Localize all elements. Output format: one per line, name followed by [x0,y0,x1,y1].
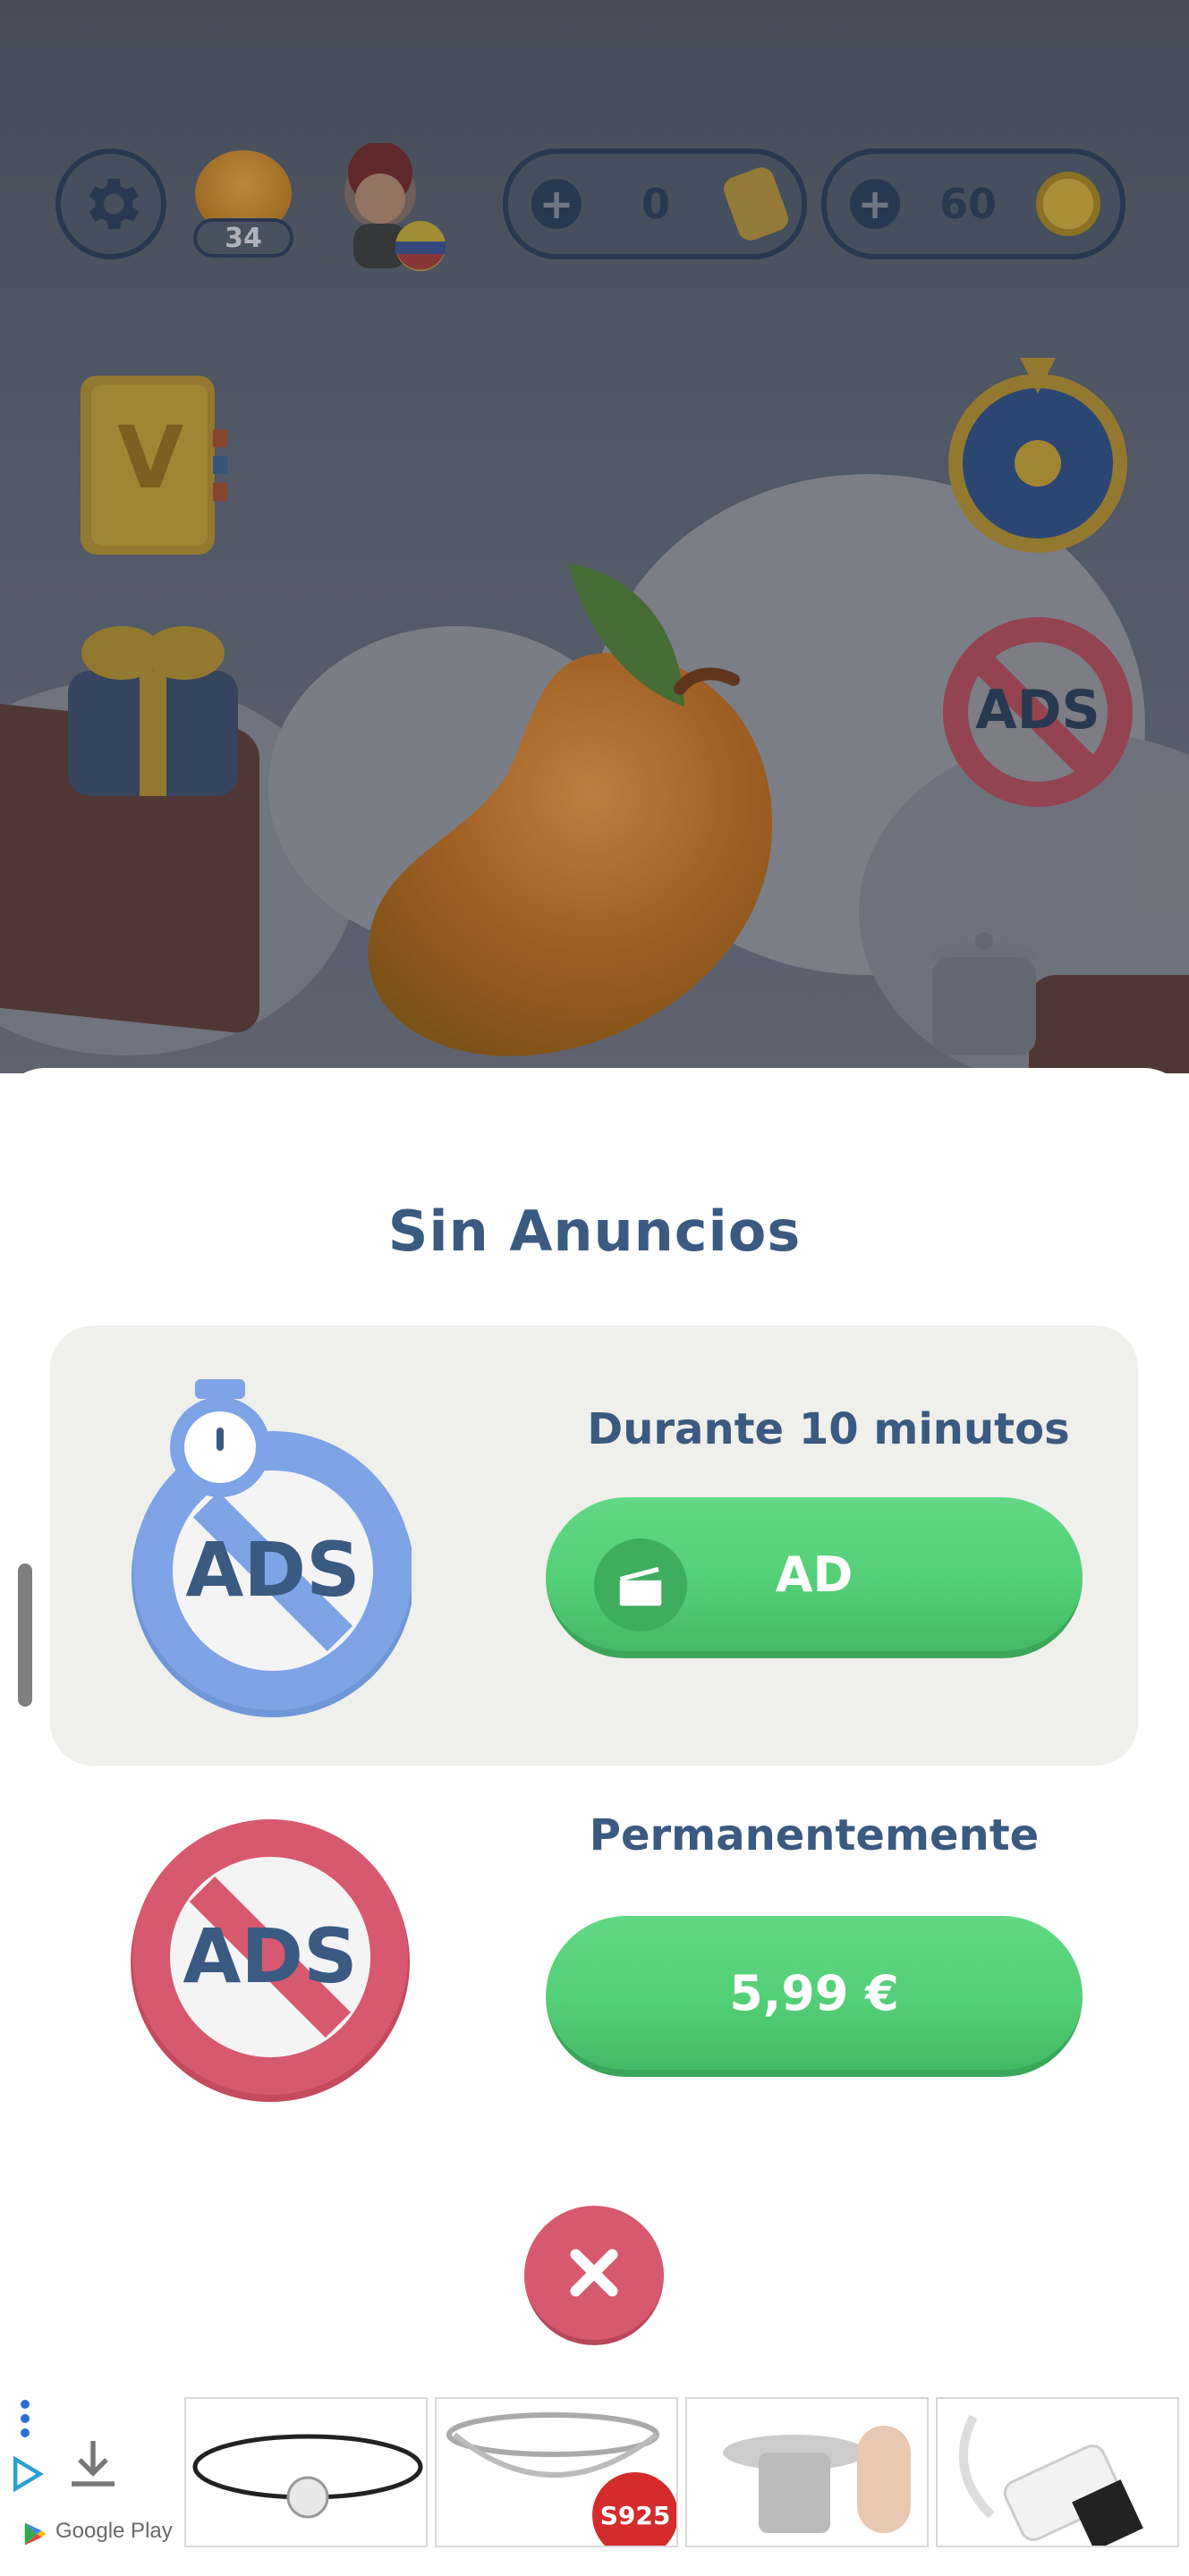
no-ads-sheet: Sin Anuncios ADS Durante 10 minutos AD A… [0,1068,1189,2397]
watch-ad-button[interactable]: AD [546,1497,1083,1658]
svg-text:ADS: ADS [185,1526,360,1614]
timed-no-ads-icon: ADS [132,1379,412,1717]
ad-product-drain[interactable] [685,2397,929,2547]
ad-banner[interactable]: Google Play S925 [0,2397,1189,2576]
ad-choices-icon[interactable] [7,2454,47,2494]
stopwatch-icon [170,1379,270,1497]
more-options-icon[interactable] [18,2397,32,2442]
ad-product-card-reader[interactable] [936,2397,1179,2547]
clapperboard-icon [594,1538,687,1631]
timed-option-card: ADS Durante 10 minutos AD [50,1326,1138,1766]
close-icon [570,2249,618,2297]
ad-product-bracelet[interactable] [184,2397,428,2547]
permanent-option-label: Permanentemente [589,1810,1040,1860]
close-button[interactable] [524,2206,664,2345]
ad-banner-left: Google Play [0,2397,179,2576]
game-background: 34 + 0 + 60 V ADS [0,0,1189,1073]
price-label: 5,99 € [729,1964,899,2021]
timed-option-label: Durante 10 minutos [587,1404,1070,1454]
sheet-title: Sin Anuncios [387,1199,802,1264]
watch-ad-label: AD [775,1546,854,1603]
google-play-icon [24,2522,47,2546]
buy-permanent-button[interactable]: 5,99 € [546,1916,1083,2077]
ad-product-ring[interactable]: S925 [435,2397,678,2547]
dim-overlay [0,0,1189,1073]
scroll-indicator[interactable] [18,1563,32,1707]
permanent-no-ads-icon: ADS [131,1819,410,2102]
download-icon[interactable] [61,2433,125,2497]
google-play-label: Google Play [55,2519,173,2543]
svg-text:ADS: ADS [183,1912,357,2000]
svg-text:S925: S925 [600,2501,671,2530]
